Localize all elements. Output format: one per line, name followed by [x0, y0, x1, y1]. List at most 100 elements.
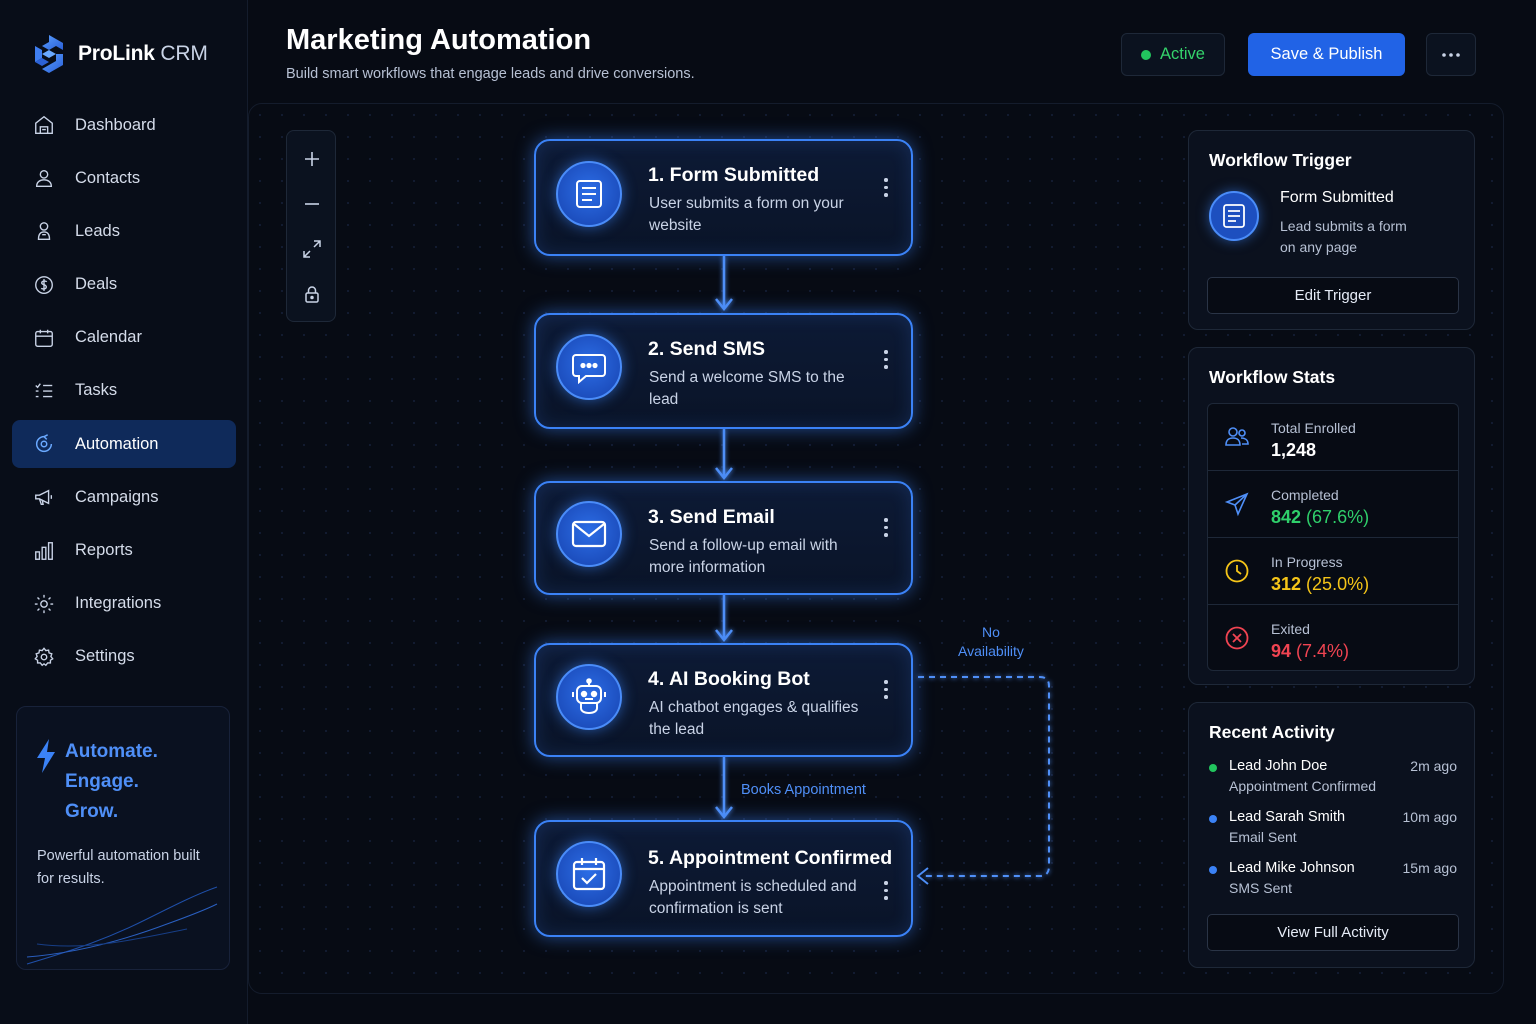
gear-icon [34, 647, 54, 667]
sidebar-item-tasks[interactable]: Tasks [12, 367, 236, 415]
stat-percent: (7.4%) [1291, 641, 1350, 661]
branch-label-books-appointment: Books Appointment [741, 782, 866, 798]
fit-view-button[interactable] [287, 227, 337, 271]
puzzle-gear-icon [34, 594, 54, 613]
branch-no-line-2: Availability [958, 643, 1024, 659]
expand-icon [303, 240, 321, 258]
node-title: 1. Form Submitted [648, 164, 820, 186]
stat-total-enrolled: Total Enrolled 1,248 [1208, 404, 1458, 471]
stat-percent: (25.0%) [1301, 574, 1370, 594]
stat-value: 1,248 [1271, 440, 1316, 461]
sidebar-item-settings[interactable]: Settings [12, 633, 236, 681]
more-options-button[interactable] [1426, 33, 1476, 76]
node-description: Send a welcome SMS to the lead [649, 369, 845, 408]
plus-icon [305, 152, 319, 166]
stat-label: Total Enrolled [1271, 420, 1356, 436]
node-menu-button[interactable] [882, 518, 890, 537]
node-title: 3. Send Email [648, 506, 775, 528]
status-toggle[interactable]: Active [1121, 33, 1225, 76]
promo-line-3: Grow. [65, 801, 119, 822]
sidebar-item-label: Automation [75, 434, 159, 453]
sidebar-item-deals[interactable]: Deals [12, 261, 236, 309]
workflow-stats-panel: Workflow Stats Total Enrolled 1,248 Comp… [1188, 347, 1475, 685]
workflow-node-send-email[interactable]: 3. Send Email Send a follow-up email wit… [534, 481, 913, 595]
form-icon [1209, 191, 1259, 241]
stat-number: 842 [1271, 507, 1302, 527]
node-description: Send a follow-up email with more informa… [649, 537, 838, 576]
stat-in-progress: In Progress 312 (25.0%) [1208, 538, 1458, 605]
sidebar-item-label: Settings [75, 647, 135, 666]
sidebar-nav: Dashboard Contacts Leads Deals Calendar … [12, 101, 236, 686]
sidebar-item-label: Dashboard [75, 115, 156, 134]
more-horizontal-icon [1442, 52, 1460, 57]
users-icon [1225, 427, 1249, 446]
brand-logo[interactable]: ProLink CRM [30, 32, 208, 76]
activity-subtitle: SMS Sent [1229, 880, 1293, 896]
activity-dot [1209, 866, 1217, 874]
canvas-toolbar [286, 130, 336, 322]
sidebar-item-reports[interactable]: Reports [12, 527, 236, 575]
zoom-in-button[interactable] [287, 137, 337, 181]
trigger-desc-line-1: Lead submits a form [1280, 218, 1407, 234]
branch-no-line-1: No [982, 624, 1000, 640]
stat-label: Completed [1271, 487, 1339, 503]
save-publish-button[interactable]: Save & Publish [1248, 33, 1405, 76]
sidebar-item-label: Integrations [75, 594, 162, 613]
calendar-check-icon [556, 841, 622, 907]
node-title: 4. AI Booking Bot [648, 668, 810, 690]
sidebar-item-label: Reports [75, 541, 133, 559]
stat-value: 94 (7.4%) [1271, 641, 1349, 662]
sidebar-item-contacts[interactable]: Contacts [12, 154, 236, 202]
sidebar-item-integrations[interactable]: Integrations [12, 580, 236, 628]
dollar-icon [35, 275, 53, 294]
workflow-node-form-submitted[interactable]: 1. Form Submitted User submits a form on… [534, 139, 913, 256]
workflow-node-appointment-confirmed[interactable]: 5. Appointment Confirmed Appointment is … [534, 820, 913, 937]
sidebar-item-label: Deals [75, 275, 118, 294]
lock-canvas-button[interactable] [287, 272, 337, 316]
sidebar-item-calendar[interactable]: Calendar [12, 314, 236, 362]
activity-time: 15m ago [1402, 860, 1457, 876]
stat-number: 94 [1271, 641, 1292, 661]
workflow-trigger-panel: Workflow Trigger Form Submitted Lead sub… [1188, 130, 1475, 330]
workflow-node-send-sms[interactable]: 2. Send SMS Send a welcome SMS to the le… [534, 313, 913, 429]
trigger-name: Form Submitted [1280, 189, 1394, 206]
activity-time: 2m ago [1410, 758, 1457, 774]
stat-number: 1,248 [1271, 440, 1317, 460]
megaphone-icon [35, 489, 53, 506]
trigger-description: Lead submits a form on any page [1280, 216, 1407, 258]
clock-icon [1225, 559, 1249, 583]
sidebar-item-leads[interactable]: Leads [12, 207, 236, 255]
sidebar-item-automation[interactable]: Automation [12, 420, 236, 469]
stat-label: In Progress [1271, 554, 1343, 570]
sidebar-item-campaigns[interactable]: Campaigns [12, 473, 236, 521]
activity-subtitle: Email Sent [1229, 829, 1297, 845]
trigger-desc-line-2: on any page [1280, 239, 1358, 255]
node-menu-button[interactable] [882, 350, 890, 369]
workflow-node-ai-booking-bot[interactable]: 4. AI Booking Bot AI chatbot engages & q… [534, 643, 913, 757]
stat-label: Exited [1271, 621, 1310, 637]
prolink-logo-icon [35, 35, 63, 73]
stat-percent: (67.6%) [1301, 507, 1370, 527]
sidebar-item-label: Contacts [75, 168, 141, 187]
brand-name: ProLink [78, 42, 155, 65]
node-menu-button[interactable] [882, 881, 890, 900]
decorative-wave [26, 886, 218, 965]
sidebar: ProLink CRM Dashboard Contacts Leads Dea… [0, 0, 248, 1024]
node-description: Appointment is scheduled and confirmatio… [649, 878, 857, 917]
view-full-activity-button[interactable]: View Full Activity [1207, 914, 1459, 951]
tasks-icon [35, 383, 53, 398]
stat-value: 842 (67.6%) [1271, 507, 1369, 528]
activity-subtitle: Appointment Confirmed [1229, 778, 1377, 794]
activity-title: Lead John Doe [1229, 758, 1328, 774]
panel-title: Workflow Stats [1209, 367, 1336, 387]
sidebar-item-label: Campaigns [75, 487, 159, 506]
sidebar-item-dashboard[interactable]: Dashboard [12, 101, 236, 149]
edit-trigger-button[interactable]: Edit Trigger [1207, 277, 1459, 314]
page-subtitle: Build smart workflows that engage leads … [286, 66, 695, 82]
node-menu-button[interactable] [882, 178, 890, 197]
panel-title: Recent Activity [1209, 722, 1335, 742]
activity-time: 10m ago [1402, 809, 1457, 825]
zoom-out-button[interactable] [287, 182, 337, 226]
node-menu-button[interactable] [882, 680, 890, 699]
promo-line-2: Engage. [65, 771, 139, 792]
